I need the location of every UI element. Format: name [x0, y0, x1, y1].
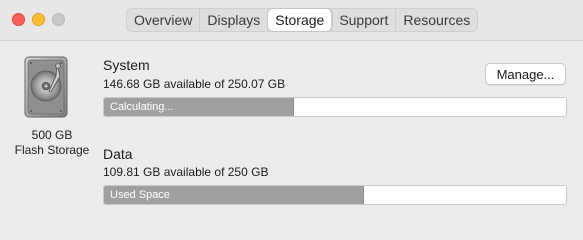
- tab-resources[interactable]: Resources: [396, 9, 477, 31]
- title-bar: Overview Displays Storage Support Resour…: [0, 0, 583, 41]
- volume-available-system: 146.68 GB available of 250.07 GB: [103, 77, 286, 91]
- minimize-window-button[interactable]: [32, 13, 45, 26]
- tab-support[interactable]: Support: [332, 9, 397, 31]
- storage-bar-system: Calculating...: [103, 97, 567, 117]
- tab-overview[interactable]: Overview: [127, 9, 201, 31]
- disk-type: Flash Storage: [14, 143, 90, 157]
- tab-displays[interactable]: Displays: [200, 9, 269, 31]
- drive-icon: [24, 56, 68, 118]
- volume-name-system: System: [103, 57, 150, 73]
- manage-button[interactable]: Manage...: [485, 63, 566, 85]
- storage-bar-label-system: Calculating...: [110, 101, 174, 113]
- volume-name-data: Data: [103, 146, 133, 162]
- close-window-button[interactable]: [12, 13, 25, 26]
- tab-bar: Overview Displays Storage Support Resour…: [126, 8, 479, 32]
- volume-available-data: 109.81 GB available of 250 GB: [103, 165, 269, 179]
- storage-bar-data: Used Space: [103, 185, 567, 205]
- zoom-window-button: [52, 13, 65, 26]
- tab-storage[interactable]: Storage: [268, 9, 333, 31]
- storage-bar-label-data: Used Space: [110, 189, 170, 201]
- disk-capacity: 500 GB: [31, 128, 73, 142]
